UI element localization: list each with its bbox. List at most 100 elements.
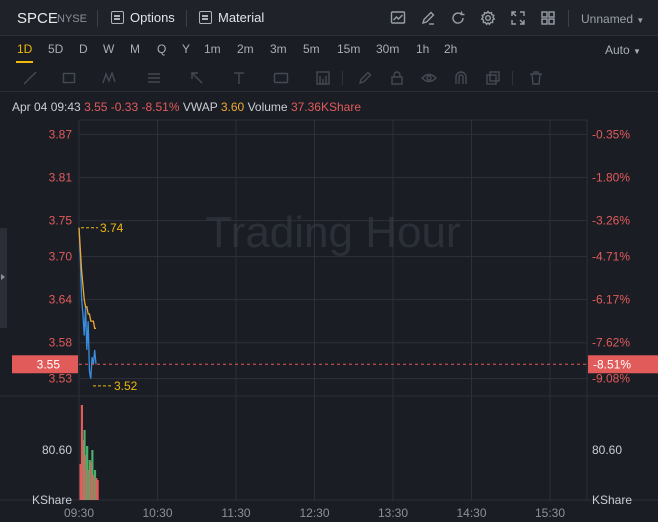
quote-change-pct: -8.51% [141,100,180,114]
period-5d[interactable]: 5D [48,42,63,56]
x-tick-label: 09:30 [64,506,94,520]
rectangle-tool-icon[interactable] [61,70,77,86]
y-tick-label-right: -9.08% [592,372,630,386]
x-tick-label: 14:30 [456,506,486,520]
x-tick-label: 12:30 [299,506,329,520]
volume-value: 37.36KShare [290,100,362,114]
period-2m[interactable]: 2m [237,42,254,56]
period-3m[interactable]: 3m [270,42,287,56]
y-tick-label-right: -4.71% [592,250,630,264]
ruler-tool-icon[interactable] [315,70,331,86]
options-label: Options [130,10,175,25]
refresh-icon[interactable] [450,10,466,26]
current-price-tag-label: 3.55 [37,357,61,371]
divider [512,71,513,85]
fib-tool-icon[interactable] [146,70,162,86]
period-year[interactable]: Y [182,42,190,56]
layout-grid-icon[interactable] [540,10,556,26]
period-week[interactable]: W [103,42,114,56]
options-button[interactable]: Options [111,10,175,25]
options-icon [111,11,124,24]
scale-mode-dropdown[interactable]: Auto ▼ [605,43,641,57]
period-day[interactable]: D [79,42,88,56]
current-pct-tag-label: -8.51% [593,357,631,371]
y-tick-label-left: 3.58 [49,336,73,350]
text-tool-icon[interactable] [231,70,247,86]
magnet-icon[interactable] [453,70,469,86]
watermark-text: Trading Hour [205,208,460,257]
draw-pen-icon[interactable] [420,10,436,26]
visibility-eye-icon[interactable] [421,70,437,86]
quote-datetime: Apr 04 09:43 [12,100,81,114]
x-tick-label: 10:30 [142,506,172,520]
x-tick-label: 15:30 [535,506,565,520]
divider [568,10,569,27]
pattern-tool-icon[interactable] [102,70,118,86]
period-bar: 1D 5D D W M Q Y 1m 2m 3m 5m 15m 30m 1h 2… [0,37,658,63]
delete-trash-icon[interactable] [528,70,544,86]
settings-gear-icon[interactable] [480,10,496,26]
x-tick-label: 11:30 [221,506,250,520]
lock-icon[interactable] [389,70,405,86]
y-tick-label-left: 3.70 [49,250,73,264]
vwap-label: VWAP [182,100,218,114]
volume-bars [79,405,99,500]
y-tick-label-right: -3.26% [592,214,630,228]
material-icon [199,11,212,24]
y-tick-label-right: -1.80% [592,170,630,184]
y-tick-label-left: 3.87 [49,127,73,141]
layout-name-dropdown[interactable]: Unnamed ▼ [581,12,644,26]
period-1h[interactable]: 1h [416,42,429,56]
chart-type-icon[interactable] [390,10,406,26]
fullscreen-icon[interactable] [510,10,526,26]
trend-line-icon[interactable] [22,70,38,86]
price-chart[interactable]: Trading Hour 09:30 10:30 11:30 12:30 13:30 14… [0,117,658,522]
symbol-ticker[interactable]: SPCE [17,10,58,27]
volume-tick-left: 80.60 [42,443,72,457]
y-tick-label-left: 3.53 [49,372,73,386]
brush-icon[interactable] [357,70,373,86]
chart-grid [0,119,658,501]
top-bar: SPCE NYSE Options Material Unnamed ▼ [0,0,658,36]
dropdown-caret-icon: ▼ [633,47,641,56]
x-tick-label: 13:30 [378,506,408,520]
volume-unit-left: KShare [32,493,72,507]
quote-change: -0.33 [110,100,139,114]
material-button[interactable]: Material [199,10,264,25]
price-line [78,227,97,379]
label-tool-icon[interactable] [273,70,289,86]
volume-tick-right: 80.60 [592,443,622,457]
y-tick-label-left: 3.75 [49,214,73,228]
period-5m[interactable]: 5m [303,42,320,56]
y-tick-label-left: 3.64 [49,293,73,307]
dropdown-caret-icon: ▼ [636,16,645,25]
arrow-tool-icon[interactable] [189,70,205,86]
y-tick-label-right: -0.35% [592,127,630,141]
scale-mode: Auto [605,43,630,57]
low-marker-label: 3.52 [114,379,138,393]
period-month[interactable]: M [130,42,140,56]
active-period-indicator [16,61,33,63]
divider [342,71,343,85]
vwap-value: 3.60 [220,100,245,114]
period-quarter[interactable]: Q [157,42,166,56]
volume-label: Volume [247,100,288,114]
clone-icon[interactable] [485,70,501,86]
y-tick-label-right: -7.62% [592,336,630,350]
period-2h[interactable]: 2h [444,42,457,56]
period-1d[interactable]: 1D [17,42,32,56]
period-30m[interactable]: 30m [376,42,399,56]
volume-unit-right: KShare [592,493,632,507]
volume-bar [96,480,99,500]
period-1m[interactable]: 1m [204,42,221,56]
quote-info-line: Apr 04 09:43 3.55 -0.33 -8.51% VWAP 3.60… [12,100,361,114]
quote-price: 3.55 [84,100,108,114]
drawing-toolbar [0,64,658,92]
layout-name: Unnamed [581,12,634,26]
y-tick-label-right: -6.17% [592,293,630,307]
y-tick-label-left: 3.81 [49,170,73,184]
period-15m[interactable]: 15m [337,42,360,56]
divider [186,10,187,27]
exchange-label: NYSE [57,13,87,25]
high-marker-label: 3.74 [100,221,124,235]
